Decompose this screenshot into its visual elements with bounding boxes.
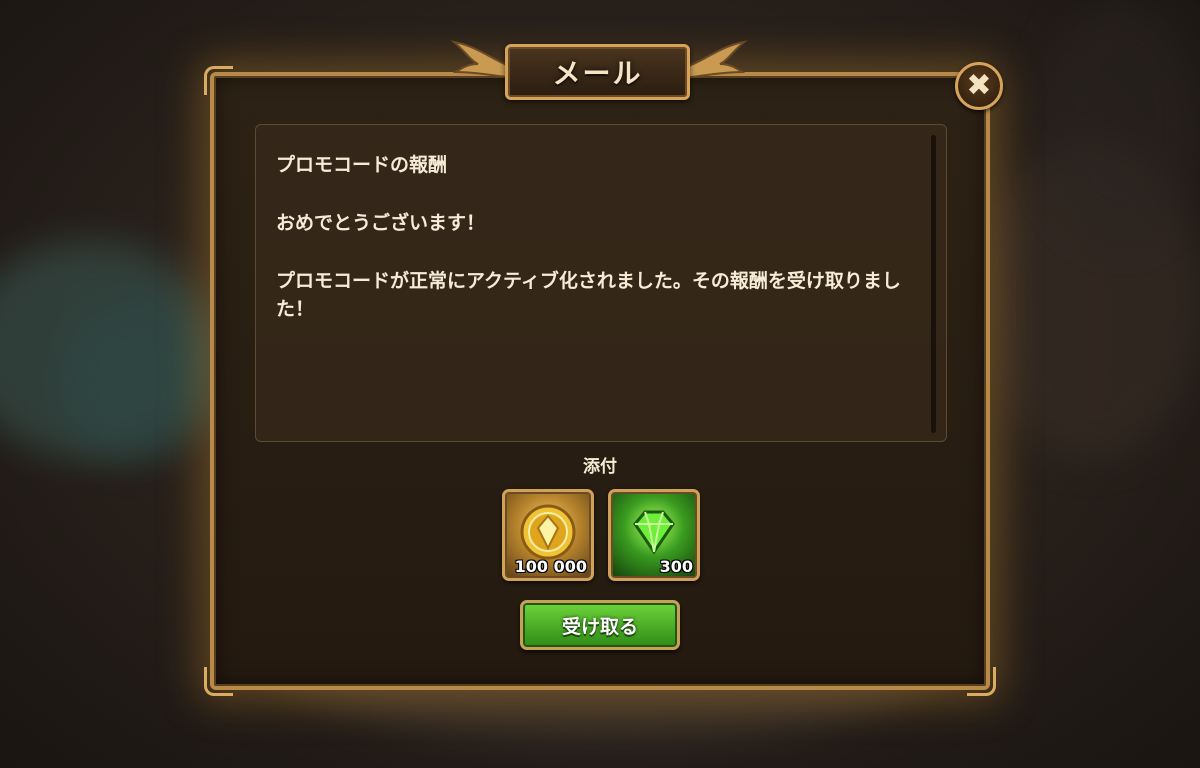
green-emerald-icon bbox=[633, 510, 675, 555]
background-scene bbox=[1040, 0, 1200, 240]
attachment-item-emerald[interactable]: 300 bbox=[608, 489, 700, 581]
frame-corner-ornament bbox=[204, 66, 233, 95]
wing-ornament-icon bbox=[681, 40, 748, 80]
frame-corner-ornament bbox=[967, 667, 996, 696]
message-text: プロモコードが正常にアクティブ化されました。その報酬を受け取りました！ bbox=[276, 270, 901, 320]
attachment-quantity: 300 bbox=[659, 557, 693, 576]
claim-button[interactable]: 受け取る bbox=[520, 600, 680, 650]
message-greeting: おめでとうございます！ bbox=[276, 212, 486, 234]
attachment-item-gold[interactable]: 100 000 bbox=[502, 489, 594, 581]
claim-button-label: 受け取る bbox=[561, 615, 638, 638]
frame-corner-ornament bbox=[204, 667, 233, 696]
background-scene bbox=[60, 300, 220, 460]
attachments-label: 添付 bbox=[583, 457, 617, 477]
close-button[interactable]: ✖ bbox=[955, 62, 1003, 110]
message-heading: プロモコードの報酬 bbox=[276, 154, 448, 176]
dialog-title: メール bbox=[552, 57, 643, 90]
gold-coin-icon bbox=[520, 504, 576, 560]
attachment-quantity: 100 000 bbox=[514, 557, 587, 576]
dialog-title-plate: メール bbox=[505, 44, 690, 100]
message-scrollbar[interactable] bbox=[931, 135, 936, 433]
close-x-icon: ✖ bbox=[966, 68, 992, 103]
message-body: プロモコードの報酬 おめでとうございます！ プロモコードが正常にアクティブ化され… bbox=[255, 124, 947, 442]
